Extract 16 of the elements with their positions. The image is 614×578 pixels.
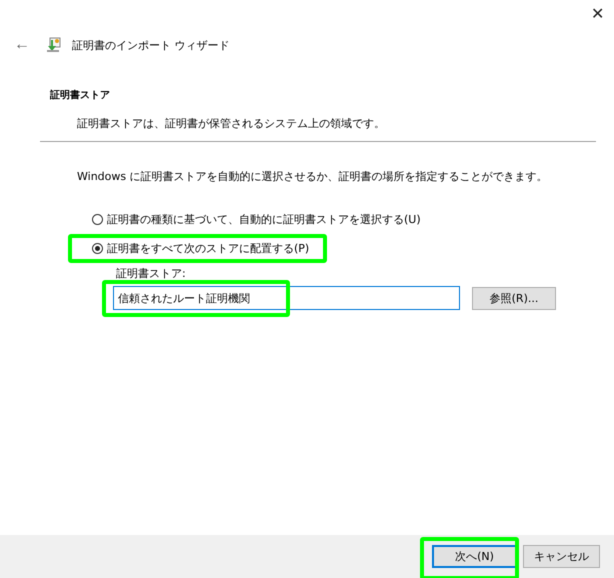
radio-label: 証明書の種類に基づいて、自動的に証明書ストアを選択する(U): [107, 212, 421, 227]
instruction-text: Windows に証明書ストアを自動的に選択させるか、証明書の場所を指定することができます。: [77, 169, 549, 184]
store-field[interactable]: 信頼されたルート証明機関: [113, 286, 460, 310]
field-label: 証明書ストア:: [116, 266, 187, 281]
dialog-button[interactable]: 次へ(N): [432, 545, 517, 568]
dialog-button[interactable]: キャンセル: [523, 545, 600, 568]
close-button[interactable]: ✕: [587, 4, 608, 24]
radio-button[interactable]: [92, 243, 103, 254]
radio-button[interactable]: [92, 214, 103, 225]
back-button[interactable]: ←: [8, 36, 36, 54]
section-description: 証明書ストアは、証明書が保管されるシステム上の領域です。: [77, 116, 386, 131]
certificate-icon: [46, 37, 62, 53]
section-heading: 証明書ストア: [50, 88, 111, 102]
window-title: 証明書のインポート ウィザード: [72, 38, 230, 52]
browse-button[interactable]: 参照(R)...: [472, 286, 556, 310]
radio-label: 証明書をすべて次のストアに配置する(P): [107, 241, 310, 256]
